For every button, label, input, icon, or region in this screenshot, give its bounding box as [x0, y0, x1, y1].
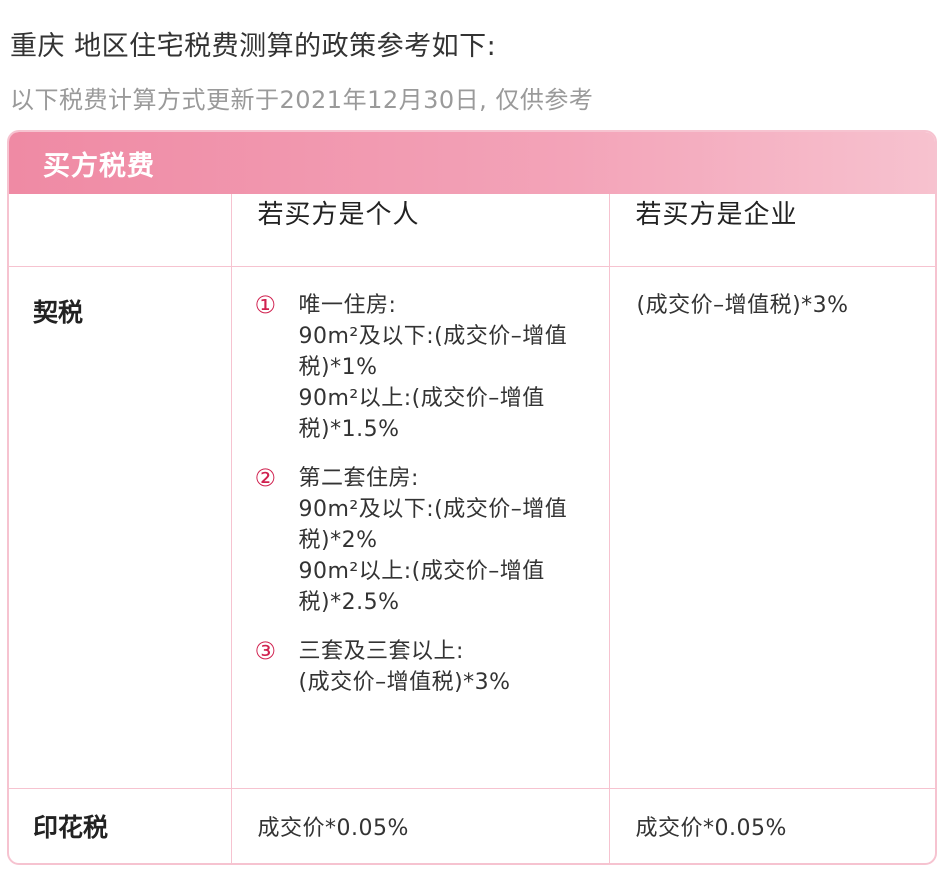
circled-number-3: ③ [254, 636, 277, 665]
tax-table: 若买方是个人 若买方是企业 契税 ① 唯一住房: 90m²及以下:(成交价–增值… [9, 194, 935, 863]
enterprise-rule: (成交价–增值税)*3% [636, 292, 849, 318]
stamp-tax-enterprise-cell: 成交价*0.05% [608, 787, 935, 863]
list-item: ① 唯一住房: 90m²及以下:(成交价–增值税)*1% 90m²以上:(成交价… [255, 290, 598, 445]
item-rule: 90m²以上:(成交价–增值税)*1.5% [298, 385, 545, 442]
table-header-row: 若买方是个人 若买方是企业 [9, 194, 935, 267]
column-header-blank [9, 194, 232, 267]
page-title: 重庆 地区住宅税费测算的政策参考如下: [10, 31, 497, 62]
card-title: 买方税费 [43, 150, 155, 182]
table-row-stamp-tax: 印花税 成交价*0.05% 成交价*0.05% [9, 787, 935, 863]
tax-policy-page: 重庆 地区住宅税费测算的政策参考如下: 以下税费计算方式更新于2021年12月3… [0, 0, 948, 878]
circled-number-2: ② [254, 463, 277, 492]
item-rule: 90m²及以下:(成交价–增值税)*2% [298, 496, 568, 553]
circled-number-1: ① [254, 290, 277, 319]
item-title: 三套及三套以上: [298, 638, 464, 664]
column-header-enterprise: 若买方是企业 [608, 194, 935, 267]
deed-tax-enterprise-cell: (成交价–增值税)*3% [608, 265, 935, 789]
item-title: 第二套住房: [298, 465, 419, 491]
item-title: 唯一住房: [298, 292, 397, 318]
column-header-individual: 若买方是个人 [230, 194, 610, 267]
list-item: ② 第二套住房: 90m²及以下:(成交价–增值税)*2% 90m²以上:(成交… [255, 463, 598, 618]
row-label-stamp-tax: 印花税 [9, 787, 232, 863]
update-note: 以下税费计算方式更新于2021年12月30日, 仅供参考 [10, 86, 594, 114]
list-item: ③ 三套及三套以上: (成交价–增值税)*3% [255, 636, 598, 698]
row-label-deed-tax: 契税 [9, 265, 232, 789]
buyer-tax-card: 买方税费 若买方是个人 若买方是企业 契税 ① 唯一住房: 90m²及以下:(成… [7, 130, 937, 865]
item-rule: (成交价–增值税)*3% [298, 669, 511, 695]
card-header: 买方税费 [9, 132, 935, 194]
table-row-deed-tax: 契税 ① 唯一住房: 90m²及以下:(成交价–增值税)*1% 90m²以上:(… [9, 265, 935, 789]
deed-tax-individual-cell: ① 唯一住房: 90m²及以下:(成交价–增值税)*1% 90m²以上:(成交价… [230, 265, 610, 789]
item-rule: 90m²及以下:(成交价–增值税)*1% [298, 323, 568, 380]
item-rule: 90m²以上:(成交价–增值税)*2.5% [298, 558, 545, 615]
stamp-tax-individual-cell: 成交价*0.05% [230, 787, 610, 863]
